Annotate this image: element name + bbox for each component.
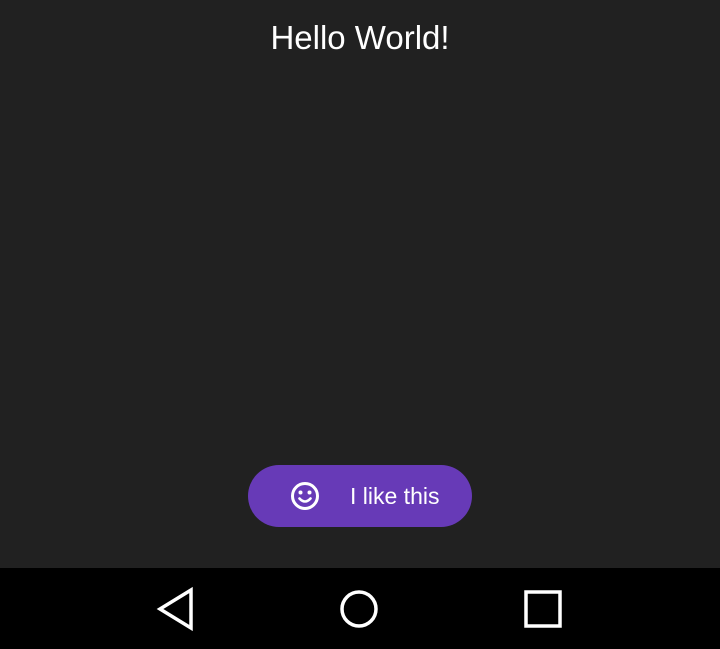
recents-square-icon bbox=[518, 584, 568, 634]
back-button[interactable] bbox=[151, 584, 201, 634]
back-triangle-icon bbox=[151, 584, 201, 634]
content-area: Hello World! I like this bbox=[0, 0, 720, 568]
recents-button[interactable] bbox=[518, 584, 568, 634]
home-circle-icon bbox=[334, 584, 384, 634]
i-like-this-button[interactable]: I like this bbox=[248, 465, 472, 527]
page-title: Hello World! bbox=[270, 19, 450, 56]
home-button[interactable] bbox=[334, 584, 384, 634]
app-screen: Hello World! I like this bbox=[0, 0, 720, 649]
smiley-face-icon bbox=[290, 481, 320, 511]
system-navigation-bar bbox=[0, 568, 720, 649]
button-label: I like this bbox=[350, 483, 440, 509]
